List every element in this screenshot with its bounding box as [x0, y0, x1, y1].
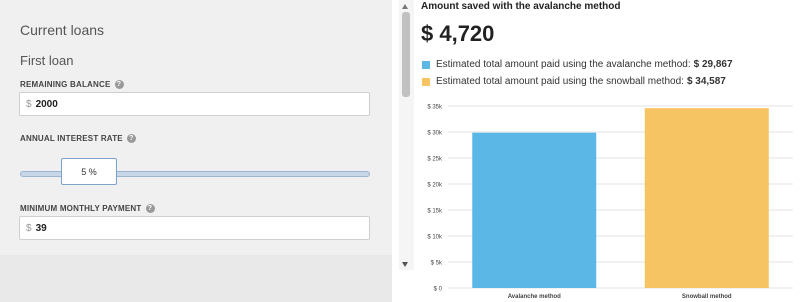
bar	[644, 108, 769, 288]
scrollbar-thumb[interactable]	[402, 12, 410, 97]
y-tick-label: $ 15k	[427, 209, 443, 215]
help-icon[interactable]: ?	[114, 80, 124, 89]
help-icon[interactable]: ?	[126, 134, 136, 143]
help-icon[interactable]: ?	[145, 204, 155, 213]
y-tick-label: $ 30k	[427, 131, 443, 137]
interest-rate-value: 5 %	[81, 166, 97, 177]
y-tick-label: $ 20k	[427, 183, 443, 189]
y-tick-label: $ 5k	[431, 261, 443, 267]
scroll-down-arrow-icon[interactable]	[402, 262, 408, 267]
scroll-up-arrow-icon[interactable]	[402, 4, 408, 9]
interest-rate-label-text: ANNUAL INTEREST RATE	[20, 134, 123, 143]
interest-rate-slider-thumb[interactable]: 5 %	[61, 158, 117, 185]
legend-avalanche-text: Estimated total amount paid using the av…	[436, 59, 691, 70]
legend-swatch-snowball	[422, 77, 430, 86]
remaining-balance-value: 2000	[35, 98, 58, 110]
min-payment-input[interactable]: $ 39	[19, 216, 370, 240]
section-title: Current loans	[20, 22, 105, 38]
x-tick-label: Snowball method	[682, 294, 732, 300]
remaining-balance-label: REMAINING BALANCE ?	[20, 80, 124, 89]
y-tick-label: $ 10k	[427, 235, 443, 241]
legend-snowball: Estimated total amount paid using the sn…	[422, 76, 726, 87]
currency-prefix: $	[26, 98, 32, 110]
legend-avalanche-value: $ 29,867	[693, 59, 733, 70]
y-tick-label: $ 25k	[427, 157, 443, 163]
y-tick-label: $ 35k	[427, 105, 443, 111]
x-tick-label: Avalanche method	[508, 294, 561, 300]
panel-footer	[0, 255, 392, 302]
interest-rate-label: ANNUAL INTEREST RATE ?	[20, 134, 136, 143]
legend-snowball-text: Estimated total amount paid using the sn…	[436, 76, 684, 87]
currency-prefix: $	[26, 222, 32, 234]
y-tick-label: $ 0	[434, 287, 443, 293]
bar	[472, 132, 597, 288]
loan-title: First loan	[20, 53, 74, 68]
legend-swatch-avalanche	[422, 60, 430, 69]
remaining-balance-input[interactable]: $ 2000	[19, 92, 370, 116]
legend-snowball-value: $ 34,587	[686, 76, 726, 87]
comparison-bar-chart: $ 0 $ 5k $ 10k $ 15k $ 20k $ 25k $ 30k $ 35k Ava…	[427, 105, 793, 300]
loan-form-panel: Current loans First loan REMAINING BALAN…	[0, 0, 392, 270]
min-payment-label-text: MINIMUM MONTHLY PAYMENT	[20, 204, 142, 213]
vertical-scrollbar[interactable]	[399, 0, 414, 270]
remaining-balance-label-text: REMAINING BALANCE	[20, 80, 111, 89]
savings-title: Amount saved with the avalanche method	[421, 1, 621, 12]
savings-amount: $ 4,720	[421, 21, 495, 46]
min-payment-label: MINIMUM MONTHLY PAYMENT ?	[20, 204, 155, 213]
legend-avalanche: Estimated total amount paid using the av…	[422, 59, 733, 70]
min-payment-value: 39	[35, 222, 47, 234]
